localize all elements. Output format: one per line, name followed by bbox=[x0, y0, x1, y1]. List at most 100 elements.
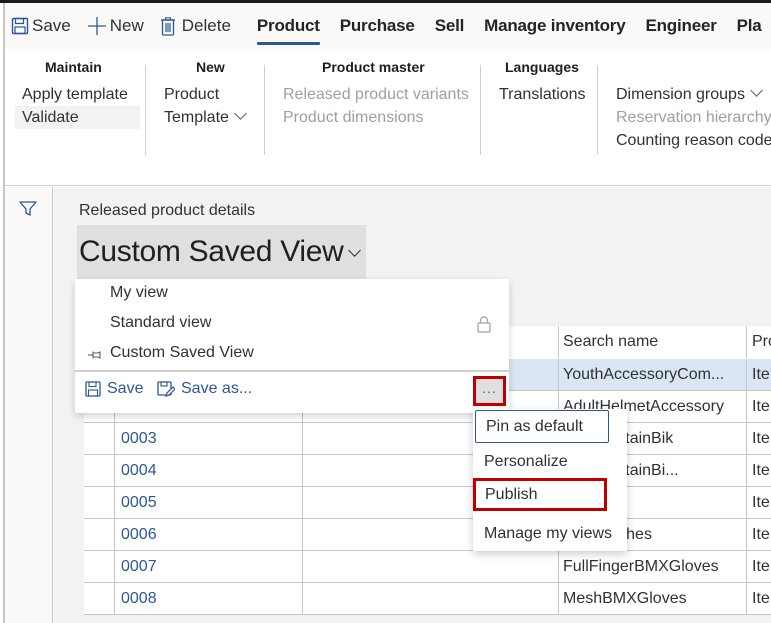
row-select-cell[interactable] bbox=[84, 423, 115, 455]
product-type-cell: Ite bbox=[752, 526, 770, 543]
product-type-cell: Ite bbox=[752, 494, 770, 511]
table-row[interactable]: 0005...erTubeIte bbox=[84, 487, 771, 519]
save-as-button[interactable]: Save as... bbox=[157, 380, 252, 398]
row-select-cell[interactable] bbox=[84, 519, 115, 551]
personalize-menu-item[interactable]: Personalize bbox=[473, 446, 627, 479]
tab-manage-inventory[interactable]: Manage inventory bbox=[474, 3, 635, 49]
view-name: Custom Saved View bbox=[79, 235, 344, 268]
group-title: Maintain bbox=[45, 59, 102, 75]
item-number-cell[interactable]: 0004 bbox=[115, 455, 303, 487]
lock-icon bbox=[477, 316, 491, 338]
more-icon: ... bbox=[482, 380, 497, 396]
tab-label: Engineer bbox=[645, 16, 717, 35]
views-flyout: My view Standard view Custom Saved View … bbox=[75, 279, 509, 413]
group-title: Product master bbox=[322, 59, 425, 75]
filter-icon[interactable] bbox=[19, 201, 37, 222]
ribbon: Maintain Apply template Validate New Pro… bbox=[5, 49, 771, 186]
view-option-custom-saved-view[interactable]: Custom Saved View bbox=[110, 344, 254, 362]
validate-button[interactable]: Validate bbox=[15, 106, 140, 129]
translations-button[interactable]: Translations bbox=[497, 83, 588, 106]
tab-purchase[interactable]: Purchase bbox=[330, 3, 425, 49]
table-row[interactable]: 0008 MeshBMXGloves Ite bbox=[84, 583, 771, 615]
delete-button[interactable]: Delete bbox=[152, 3, 239, 49]
new-product-button[interactable]: Product bbox=[162, 83, 221, 106]
flyout-save-label: Save bbox=[107, 380, 144, 397]
chevron-down-icon bbox=[234, 107, 247, 120]
pin-icon bbox=[87, 347, 103, 365]
table-row[interactable]: 0007 FullFingerBMXGloves Ite bbox=[84, 551, 771, 583]
save-icon bbox=[85, 381, 101, 397]
item-number-cell[interactable]: 0003 bbox=[115, 423, 303, 455]
item-number-cell[interactable]: 0006 bbox=[115, 519, 303, 551]
tab-label: Purchase bbox=[339, 16, 415, 35]
counting-reason-code-button[interactable]: Counting reason code bbox=[614, 129, 771, 152]
released-product-variants-button[interactable]: Released product variants bbox=[281, 83, 471, 106]
manage-my-views-menu-item[interactable]: Manage my views bbox=[473, 518, 627, 551]
blank-cell bbox=[303, 583, 559, 615]
tab-plan[interactable]: Pla bbox=[727, 3, 771, 49]
tab-product[interactable]: Product bbox=[247, 3, 330, 49]
table-row[interactable]: 0006...pePatchesIte bbox=[84, 519, 771, 551]
product-type-cell: Ite bbox=[752, 398, 770, 415]
save-as-icon bbox=[157, 380, 175, 398]
row-select-cell[interactable] bbox=[84, 551, 115, 583]
page-caption: Released product details bbox=[79, 202, 256, 219]
tab-label: Sell bbox=[434, 16, 465, 35]
flyout-save-button[interactable]: Save bbox=[85, 380, 143, 398]
publish-menu-item[interactable]: Publish bbox=[473, 478, 607, 511]
row-select-cell[interactable] bbox=[84, 487, 115, 519]
ribbon-group-setup: Dimension groups Reservation hierarchy C… bbox=[598, 49, 771, 159]
save-button[interactable]: Save bbox=[5, 3, 79, 49]
save-as-label: Save as... bbox=[181, 380, 253, 397]
new-button[interactable]: New bbox=[79, 3, 152, 49]
group-title: Languages bbox=[505, 59, 579, 75]
plus-icon bbox=[87, 16, 107, 36]
new-label: New bbox=[109, 16, 144, 35]
table-row[interactable]: 0004...nMountainBi...Ite bbox=[84, 455, 771, 487]
ribbon-group-languages: Languages Translations bbox=[481, 49, 597, 159]
product-dimensions-button[interactable]: Product dimensions bbox=[281, 106, 426, 129]
view-option-standard-view[interactable]: Standard view bbox=[110, 314, 211, 332]
item-number-cell[interactable]: 0008 bbox=[115, 583, 303, 615]
row-select-cell[interactable] bbox=[84, 583, 115, 615]
save-label: Save bbox=[32, 16, 71, 35]
product-type-cell: Ite bbox=[752, 430, 770, 447]
ribbon-group-product-master: Product master Released product variants… bbox=[265, 49, 480, 159]
tab-sell[interactable]: Sell bbox=[425, 3, 474, 49]
column-header-product-type[interactable]: Pro bbox=[747, 326, 771, 358]
view-option-my-view[interactable]: My view bbox=[110, 284, 168, 302]
more-options-menu: Pin as default Personalize Publish Manag… bbox=[473, 409, 627, 551]
action-bar: Save New Delete Product Purchase Sell Ma… bbox=[5, 3, 771, 49]
tab-label: Pla bbox=[736, 16, 762, 35]
reservation-hierarchy-button[interactable]: Reservation hierarchy bbox=[614, 106, 771, 129]
search-name-cell: YouthAccessoryCom... bbox=[559, 359, 747, 391]
dimension-groups-label: Dimension groups bbox=[616, 86, 745, 103]
tab-label: Manage inventory bbox=[484, 16, 626, 35]
group-title: New bbox=[196, 59, 225, 75]
product-type-cell: Ite bbox=[752, 462, 770, 479]
product-type-cell: Ite bbox=[752, 590, 770, 607]
table-row[interactable]: 0003...eMountainBikIte bbox=[84, 423, 771, 455]
search-name-cell: FullFingerBMXGloves bbox=[559, 551, 747, 583]
template-dropdown[interactable]: Template bbox=[162, 106, 247, 129]
dimension-groups-dropdown[interactable]: Dimension groups bbox=[614, 83, 763, 106]
ribbon-group-new: New Product Template bbox=[146, 49, 264, 159]
apply-template-button[interactable]: Apply template bbox=[20, 83, 130, 106]
search-name-cell: MeshBMXGloves bbox=[559, 583, 747, 615]
flyout-divider bbox=[75, 370, 509, 372]
item-number-cell[interactable]: 0005 bbox=[115, 487, 303, 519]
view-selector[interactable]: Custom Saved View bbox=[77, 225, 367, 279]
save-icon bbox=[11, 17, 29, 35]
chevron-down-icon bbox=[750, 84, 763, 97]
row-select-cell[interactable] bbox=[84, 455, 115, 487]
column-header-search-name[interactable]: Search name bbox=[559, 326, 747, 358]
template-label: Template bbox=[164, 109, 229, 126]
pin-as-default-menu-item[interactable]: Pin as default bbox=[475, 410, 609, 443]
item-number-cell[interactable]: 0007 bbox=[115, 551, 303, 583]
left-rail bbox=[5, 187, 53, 623]
tab-engineer[interactable]: Engineer bbox=[635, 3, 726, 49]
chevron-down-icon bbox=[348, 243, 362, 257]
more-options-button[interactable]: ... bbox=[473, 376, 506, 406]
tab-label: Product bbox=[256, 16, 320, 35]
product-type-cell: Ite bbox=[752, 558, 770, 575]
